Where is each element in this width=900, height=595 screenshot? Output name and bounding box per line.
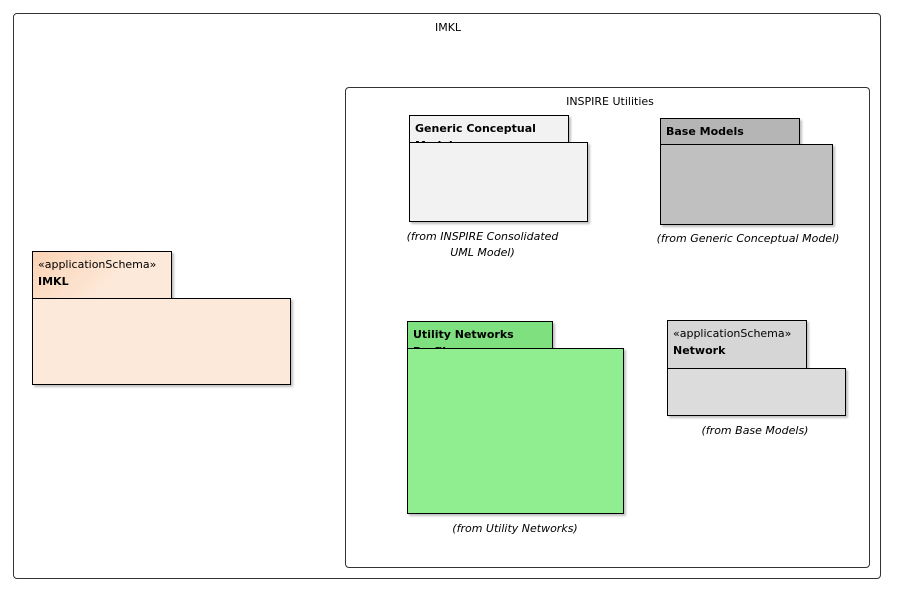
package-network-caption: (from Base Models) — [701, 424, 809, 437]
package-imkl-tab[interactable]: «applicationSchema» IMKL — [32, 251, 172, 299]
package-base-models-body[interactable] — [660, 144, 833, 225]
package-imkl-name: IMKL — [38, 275, 69, 288]
package-base-models-caption: (from Generic Conceptual Model) — [656, 232, 840, 245]
package-network-tab[interactable]: «applicationSchema» Network — [667, 320, 807, 369]
package-base-models-name: Base Models — [666, 125, 744, 138]
package-network-name: Network — [673, 344, 726, 357]
imkl-frame-title: IMKL — [434, 21, 462, 34]
package-base-models-tab[interactable]: Base Models — [660, 118, 800, 145]
package-unp-caption: (from Utility Networks) — [452, 522, 578, 535]
package-network-stereotype: «applicationSchema» — [673, 327, 792, 340]
package-gcm-body[interactable] — [409, 142, 588, 222]
package-unp-tab[interactable]: Utility Networks Profile — [407, 321, 553, 358]
package-gcm-caption: (from INSPIRE Consolidated UML Model) — [406, 230, 559, 259]
package-network-body[interactable] — [667, 368, 846, 416]
package-gcm-tab[interactable]: Generic Conceptual Model — [409, 115, 569, 152]
package-imkl-body[interactable] — [32, 298, 291, 385]
package-imkl-stereotype: «applicationSchema» — [38, 258, 157, 271]
package-unp-body[interactable] — [407, 348, 624, 514]
inspire-utilities-title: INSPIRE Utilities — [566, 95, 654, 108]
